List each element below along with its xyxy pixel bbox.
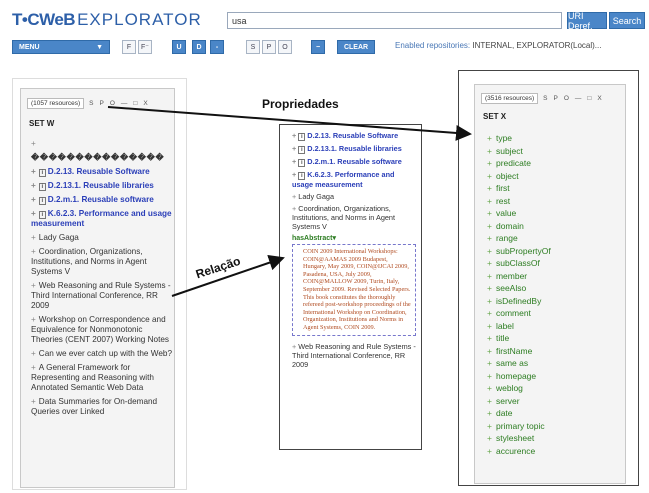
propriedades-label: Propriedades xyxy=(262,97,339,111)
propriedades-arrow xyxy=(107,106,472,141)
annotation-arrows xyxy=(107,106,472,297)
